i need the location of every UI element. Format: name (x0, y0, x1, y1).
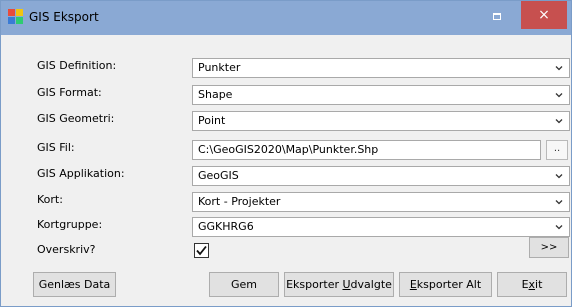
gis-geometri-select[interactable]: Point (192, 111, 570, 131)
expand-button[interactable]: >> (529, 237, 569, 258)
chevron-down-icon (555, 225, 563, 230)
gis-applikation-label: GIS Applikation: (37, 167, 125, 180)
checkmark-icon (196, 245, 207, 256)
kort-select[interactable]: Kort - Projekter (192, 192, 570, 212)
chevron-down-icon (555, 200, 563, 205)
chevron-down-icon (555, 93, 563, 98)
reload-data-button[interactable]: Genlæs Data (33, 272, 116, 297)
overwrite-label: Overskriv? (37, 243, 96, 256)
kortgruppe-value: GGKHRG6 (198, 220, 254, 233)
exit-label-start: E (521, 278, 529, 291)
gis-export-window: GIS Eksport × GIS Definition: Punkter GI… (0, 0, 572, 307)
window-title: GIS Eksport (29, 10, 99, 24)
export-all-label-end: ksporter Alt (416, 278, 482, 291)
gis-definition-select[interactable]: Punkter (192, 58, 570, 78)
minimize-icon (493, 13, 501, 20)
gis-applikation-select[interactable]: GeoGIS (192, 166, 570, 186)
gis-fil-value: C:\GeoGIS2020\Map\Punkter.Shp (198, 143, 379, 156)
export-all-accelerator: E (409, 278, 417, 291)
exit-button[interactable]: Exit (497, 272, 567, 297)
exit-label-end: it (535, 278, 543, 291)
save-button[interactable]: Gem (209, 272, 279, 297)
browse-button[interactable]: .. (546, 140, 568, 160)
kortgruppe-select[interactable]: GGKHRG6 (192, 217, 570, 237)
close-button[interactable]: × (521, 1, 567, 29)
export-selected-button[interactable]: Eksporter Udvalgte (284, 272, 394, 297)
title-bar[interactable]: GIS Eksport × (1, 1, 571, 35)
gis-geometri-value: Point (198, 114, 226, 127)
kort-value: Kort - Projekter (198, 195, 281, 208)
gis-definition-label: GIS Definition: (37, 59, 117, 72)
overwrite-checkbox[interactable] (194, 243, 209, 258)
gis-format-value: Shape (198, 88, 233, 101)
chevron-down-icon (555, 174, 563, 179)
gis-geometri-label: GIS Geometri: (37, 112, 115, 125)
export-selected-label-start: Eksporter (286, 278, 343, 291)
app-window-icon (8, 9, 24, 25)
kort-label: Kort: (37, 193, 63, 206)
kortgruppe-label: Kortgruppe: (37, 218, 103, 231)
export-selected-label-end: dvalgte (350, 278, 392, 291)
gis-applikation-value: GeoGIS (198, 169, 239, 182)
gis-format-label: GIS Format: (37, 86, 102, 99)
gis-fil-label: GIS Fil: (37, 141, 75, 154)
gis-definition-value: Punkter (198, 61, 241, 74)
gis-format-select[interactable]: Shape (192, 85, 570, 105)
export-all-button[interactable]: Eksporter Alt (399, 272, 492, 297)
close-icon: × (538, 7, 550, 23)
chevron-down-icon (555, 119, 563, 124)
gis-fil-input[interactable]: C:\GeoGIS2020\Map\Punkter.Shp (192, 140, 541, 160)
chevron-down-icon (555, 66, 563, 71)
export-selected-accelerator: U (342, 278, 351, 291)
minimize-button[interactable] (483, 7, 513, 29)
